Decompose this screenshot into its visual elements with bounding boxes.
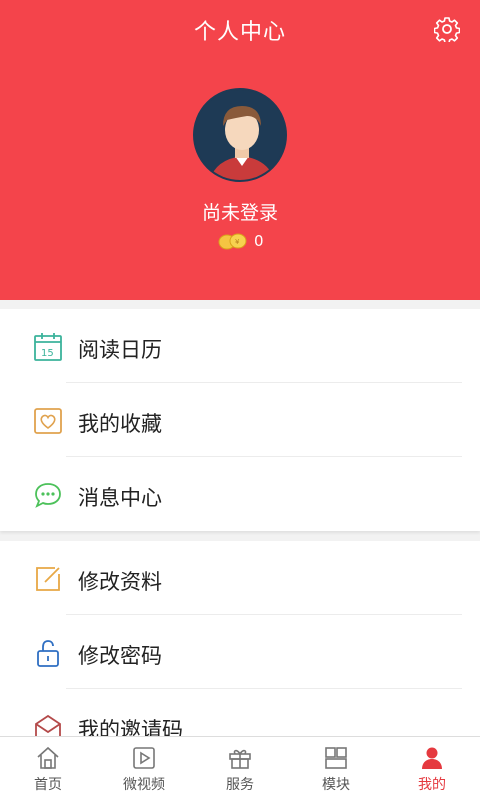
login-status[interactable]: 尚未登录 [0, 198, 480, 225]
coin-count: 0 [254, 232, 264, 250]
menu-item-favorites[interactable]: 我的收藏 [0, 383, 480, 457]
home-icon [37, 746, 59, 769]
menu-item-label: 阅读日历 [78, 338, 162, 362]
menu-group-primary: 15 阅读日历 我的收藏 消息中心 [0, 309, 480, 531]
edit-icon [36, 567, 60, 591]
page-title: 个人中心 [193, 20, 286, 45]
gift-icon [229, 749, 251, 769]
default-avatar-icon [195, 90, 285, 180]
svg-text:15: 15 [41, 348, 54, 359]
modules-icon [325, 747, 347, 769]
svg-text:¥: ¥ [235, 238, 240, 246]
avatar[interactable] [193, 88, 287, 182]
tab-label: 模块 [322, 777, 350, 793]
tab-micro-video[interactable]: 微视频 [96, 737, 192, 800]
menu-item-messages[interactable]: 消息中心 [0, 457, 480, 531]
tab-label: 我的 [418, 777, 446, 793]
tab-services[interactable]: 服务 [192, 737, 288, 800]
gear-icon[interactable] [434, 16, 460, 42]
menu-item-reading-calendar[interactable]: 15 阅读日历 [0, 309, 480, 383]
chat-bubble-icon [35, 483, 61, 508]
menu-item-label: 修改资料 [78, 570, 162, 594]
tab-label: 微视频 [123, 777, 165, 793]
menu-item-label: 修改密码 [78, 644, 162, 668]
unlock-icon [37, 640, 59, 667]
heart-icon [34, 408, 62, 434]
menu-item-label: 我的收藏 [78, 412, 162, 436]
calendar-icon: 15 [34, 333, 62, 361]
tab-mine[interactable]: 我的 [384, 737, 480, 800]
coins-icon: ¥ [218, 233, 247, 250]
user-icon [422, 747, 442, 769]
menu-item-edit-profile[interactable]: 修改资料 [0, 541, 480, 615]
profile-header: 个人中心 尚未登录 ¥ 0 [0, 0, 480, 300]
coin-balance: ¥ 0 [218, 232, 264, 250]
menu-item-label: 消息中心 [78, 486, 162, 510]
tab-home[interactable]: 首页 [0, 737, 96, 800]
menu-item-change-password[interactable]: 修改密码 [0, 615, 480, 689]
bottom-tab-bar: 首页 微视频 服务 模块 我的 [0, 736, 480, 800]
tab-modules[interactable]: 模块 [288, 737, 384, 800]
video-icon [133, 747, 155, 769]
menu-group-account: 修改资料 修改密码 我的邀请码 [0, 541, 480, 742]
tab-label: 首页 [34, 777, 62, 793]
tab-label: 服务 [226, 777, 254, 793]
